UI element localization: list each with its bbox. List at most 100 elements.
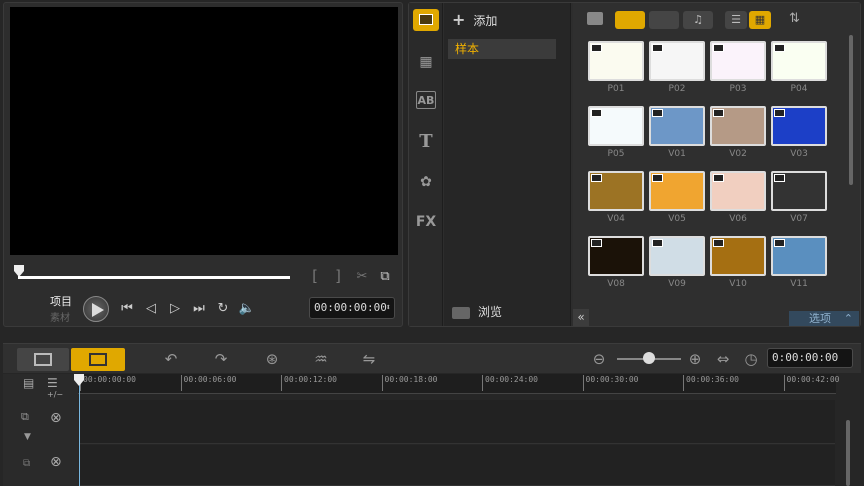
thumbnail-item[interactable]: P04 [771,41,827,94]
thumbnail-image[interactable] [588,171,644,211]
thumbnail-item[interactable]: V02 [710,106,766,159]
undo-icon[interactable]: ↶ [159,349,183,369]
filter-icon[interactable]: FX [414,211,438,233]
go-to-start-icon[interactable]: ⏮ [118,301,136,316]
graphics-icon[interactable]: ✿ [414,171,438,193]
options-button[interactable]: 选项 ⌃ [789,311,859,326]
overlay-track[interactable] [80,445,835,486]
media-category-button[interactable] [413,9,439,31]
thumbnail-item[interactable]: V09 [649,236,705,289]
import-folder-icon[interactable] [587,12,603,25]
video-track-icon[interactable]: ⊗ [50,410,62,426]
title-icon[interactable]: T [414,131,438,153]
thumbnail-item[interactable]: P02 [649,41,705,94]
copy-icon[interactable]: ⧉ [376,269,394,284]
zoom-slider-knob[interactable] [643,352,655,364]
thumbnail-item[interactable]: V08 [588,236,644,289]
library-panel: ▦ AB T ✿ FX + 添加 样本 浏览 ♫ ☰ ▦ ⇅ « 选项 ⌃ P01 P… [408,2,861,327]
thumbnail-image[interactable] [649,41,705,81]
playhead-knob[interactable] [74,374,84,386]
thumbnail-image[interactable] [588,106,644,146]
video-track[interactable] [80,400,835,444]
scrub-bar[interactable] [18,276,290,279]
thumbnail-image[interactable] [710,236,766,276]
sort-icon[interactable]: ⇅ [789,11,800,26]
thumbnail-item[interactable]: P05 [588,106,644,159]
browse-button[interactable]: 浏览 [452,303,502,320]
add-folder-button[interactable]: + 添加 [452,10,497,30]
play-icon [92,303,104,317]
thumbnail-image[interactable] [771,236,827,276]
thumbnail-image[interactable] [710,106,766,146]
thumbnail-image[interactable] [649,106,705,146]
sound-mixer-icon[interactable]: ♒ [309,349,333,369]
overlay-track-toggle-icon[interactable]: ⊗ [50,454,62,470]
thumbnail-item[interactable]: V03 [771,106,827,159]
volume-icon[interactable]: 🔈 [238,301,256,316]
mode-project-label[interactable]: 项目 [50,293,72,309]
chapter-list-icon[interactable]: ☰ [47,376,58,390]
media-type-icon [713,109,724,117]
list-view-icon[interactable]: ☰ [725,11,747,29]
scissors-icon[interactable]: ✂ [353,269,371,284]
timeline-timecode[interactable]: 0:00:00:00 [767,348,853,368]
previous-frame-icon[interactable]: ◁ [142,301,160,316]
mark-in-button[interactable]: [ [310,267,319,285]
preview-screen [10,7,398,255]
timecode-stepper-icon[interactable]: ⬍ [386,298,391,318]
play-button[interactable] [83,296,109,322]
options-chevron-icon: ⌃ [843,312,853,325]
zoom-in-icon[interactable]: ⊕ [683,349,707,369]
thumbnail-image[interactable] [710,171,766,211]
ripple-dropdown-icon[interactable]: ▼ [24,432,31,442]
zoom-out-icon[interactable]: ⊖ [587,349,611,369]
thumbnail-image[interactable] [771,106,827,146]
fit-project-icon[interactable]: ⇔ [711,349,735,369]
record-capture-icon[interactable]: ⊛ [260,349,284,369]
collapse-library-icon[interactable]: « [573,309,589,326]
folder-item-sample[interactable]: 样本 [448,39,556,59]
next-frame-icon[interactable]: ▷ [166,301,184,316]
thumbnail-label: P03 [729,84,747,94]
mode-clip-label[interactable]: 素材 [50,309,70,324]
thumbnail-label: V06 [729,214,747,224]
media-type-icon [713,239,724,247]
thumbnail-item[interactable]: V07 [771,171,827,224]
thumbnail-image[interactable] [649,236,705,276]
storyboard-view-button[interactable] [17,348,69,371]
mark-out-button[interactable]: ] [334,267,343,285]
thumbnail-image[interactable] [710,41,766,81]
preview-timecode[interactable]: 00:00:00:00 ⬍ [309,297,395,319]
show-audio-icon[interactable]: ♫ [683,11,713,29]
thumbnail-item[interactable]: V06 [710,171,766,224]
thumbnail-item[interactable]: P01 [588,41,644,94]
redo-icon[interactable]: ↷ [209,349,233,369]
library-scrollbar[interactable] [849,35,853,185]
repeat-icon[interactable]: ↻ [214,301,232,316]
show-videos-button[interactable] [615,11,645,29]
timeline-scrollbar[interactable] [846,420,850,486]
timeline-ruler[interactable]: 00:00:00:00 00:00:06:00 00:00:12:00 00:00:1… [78,374,839,394]
track-manager-icon[interactable]: ▤ [23,376,34,390]
thumbnail-image[interactable] [588,236,644,276]
thumbnail-view-icon[interactable]: ▦ [749,11,771,29]
instant-project-icon[interactable]: ▦ [414,51,438,73]
show-photos-button[interactable] [649,11,679,29]
timeline-view-button[interactable] [71,348,125,371]
thumbnail-item[interactable]: P03 [710,41,766,94]
thumbnail-image[interactable] [771,171,827,211]
thumbnail-item[interactable]: V04 [588,171,644,224]
playhead[interactable] [79,380,80,486]
thumbnail-image[interactable] [771,41,827,81]
transition-icon[interactable]: AB [416,91,436,109]
ripple-edit-icon[interactable]: ⧉ [21,410,29,424]
thumbnail-item[interactable]: V01 [649,106,705,159]
thumbnail-item[interactable]: V11 [771,236,827,289]
thumbnail-image[interactable] [649,171,705,211]
thumbnail-image[interactable] [588,41,644,81]
auto-music-icon[interactable]: ⇋ [357,349,381,369]
go-to-end-icon[interactable]: ⏭ [190,301,208,316]
thumbnail-item[interactable]: V05 [649,171,705,224]
thumbnail-item[interactable]: V10 [710,236,766,289]
add-remove-tracks-button[interactable]: +/− [47,390,63,399]
